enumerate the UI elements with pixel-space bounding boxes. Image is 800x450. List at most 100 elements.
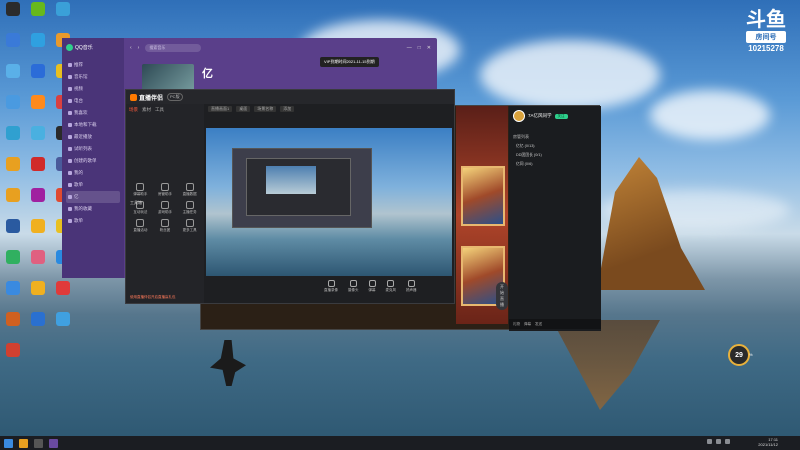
app-icon <box>56 281 70 295</box>
taskbar-app-icon[interactable] <box>34 438 43 448</box>
sidebar-item[interactable]: 视频 <box>66 83 120 95</box>
desktop-icon[interactable] <box>52 281 74 295</box>
close-icon[interactable]: ✕ <box>427 45 431 51</box>
tool-label: 弹幕助手 <box>133 192 148 196</box>
desktop-icon[interactable] <box>52 312 74 326</box>
maximize-icon[interactable]: □ <box>418 45 421 51</box>
sidebar-item[interactable]: 推荐 <box>66 59 120 71</box>
desktop-icon[interactable] <box>27 250 49 264</box>
stream-control-button[interactable]: 直播录像 <box>324 280 338 293</box>
tool-button[interactable]: 房管助手 <box>154 183 177 197</box>
desktop-icon[interactable] <box>2 281 24 295</box>
float-ball-value: 29 <box>735 351 743 359</box>
sidebar-item-label: 音乐馆 <box>74 74 88 79</box>
sidebar-item[interactable]: 亿 <box>66 191 120 203</box>
desktop-icon[interactable] <box>52 2 74 16</box>
desktop-icon[interactable] <box>27 33 49 47</box>
streamer-header: 7A亿风同学 关注 <box>513 110 597 122</box>
sidebar-item[interactable]: 最近播放 <box>66 131 120 143</box>
sidebar-item-label: 创建的歌单 <box>74 158 97 163</box>
desktop-icon[interactable] <box>2 2 24 16</box>
input-method-icon[interactable] <box>725 439 730 444</box>
tool-button[interactable]: 更多工具 <box>178 219 201 233</box>
scene-tab[interactable]: 直播画面1 <box>208 106 233 112</box>
desktop-icon[interactable] <box>27 126 49 140</box>
desktop-icon[interactable] <box>2 250 24 264</box>
desktop-icon[interactable] <box>27 281 49 295</box>
scene-tab[interactable]: 桌面 <box>236 106 251 112</box>
avatar[interactable] <box>513 110 525 122</box>
list-item[interactable]: DD团团长 (0/1) <box>513 153 597 158</box>
scene-tab[interactable]: 添加 <box>280 106 295 112</box>
sidebar-item[interactable]: 歌单 <box>66 215 120 227</box>
tool-label: 房管助手 <box>157 192 172 196</box>
desktop-icon[interactable] <box>2 188 24 202</box>
tool-button[interactable]: 直播数据 <box>178 183 201 197</box>
desktop-icon[interactable] <box>27 312 49 326</box>
network-icon[interactable] <box>707 439 712 444</box>
desktop-icon[interactable] <box>27 95 49 109</box>
stream-control-button[interactable]: 扬声器 <box>406 280 417 293</box>
tool-button[interactable]: 粉丝团 <box>154 219 177 233</box>
system-tray <box>707 439 730 444</box>
start-button[interactable] <box>4 438 13 448</box>
sidebar-item[interactable]: 创建的歌单 <box>66 155 120 167</box>
danmaku-button[interactable]: 弹幕 <box>524 322 531 327</box>
tool-icon <box>185 183 194 191</box>
scene-tab[interactable]: 场景名称 <box>254 106 277 112</box>
desktop-icon[interactable] <box>2 64 24 78</box>
tool-button[interactable]: 直播活动 <box>129 219 152 233</box>
desktop-icon[interactable] <box>2 219 24 233</box>
app-icon <box>6 281 20 295</box>
sidebar-item[interactable]: 我的 <box>66 167 120 179</box>
desktop-icon[interactable] <box>2 343 24 357</box>
desktop-icon[interactable] <box>27 157 49 171</box>
desktop-icon[interactable] <box>27 188 49 202</box>
companion-tab[interactable]: 工具 <box>155 107 164 113</box>
minimize-icon[interactable]: — <box>407 45 412 51</box>
sidebar-item[interactable]: 试听列表 <box>66 143 120 155</box>
sidebar-item[interactable]: 电台 <box>66 95 120 107</box>
floating-speed-ball[interactable]: 29 <box>728 344 750 366</box>
volume-icon[interactable] <box>716 439 721 444</box>
gift-button[interactable]: 礼物 <box>513 322 520 327</box>
desktop-icon[interactable] <box>27 2 49 16</box>
desktop-icon[interactable] <box>27 219 49 233</box>
desktop-icon[interactable] <box>27 64 49 78</box>
stream-control-button[interactable]: 摄像头 <box>348 280 359 293</box>
stream-control-button[interactable]: 弹幕 <box>368 280 376 293</box>
stream-control-button[interactable]: 麦克风 <box>386 280 396 293</box>
nav-icon <box>68 183 72 187</box>
sidebar-item[interactable]: 歌单 <box>66 179 120 191</box>
sidebar-item[interactable]: 本地和下载 <box>66 119 120 131</box>
stream-preview[interactable] <box>206 128 452 276</box>
start-live-button[interactable]: 开始直播 <box>496 282 508 310</box>
tool-button[interactable]: 主播任务 <box>178 201 201 215</box>
sidebar-item[interactable]: 我的收藏 <box>66 203 120 215</box>
douyu-companion-window[interactable]: 直播伴侣 PC版 场景 素材 工具 工具箱 弹幕助手 房管助手 直播数据 互动玩法 游戏助手… <box>125 89 508 310</box>
desktop-icon[interactable] <box>2 95 24 109</box>
forward-icon[interactable]: › <box>138 45 140 51</box>
taskbar-app-icon[interactable] <box>49 438 58 448</box>
taskbar-app-icon[interactable] <box>19 438 28 448</box>
desktop-icon[interactable] <box>2 33 24 47</box>
desktop-icon[interactable] <box>2 312 24 326</box>
sidebar-item[interactable]: 我喜欢 <box>66 107 120 119</box>
qqmusic-search-input[interactable]: 搜索音乐 <box>145 44 202 52</box>
tool-label: 直播数据 <box>182 192 197 196</box>
tool-button[interactable]: 弹幕助手 <box>129 183 152 197</box>
back-icon[interactable]: ‹ <box>130 45 132 51</box>
taskbar-clock[interactable]: 17:11 2021/11/12 <box>758 437 778 447</box>
companion-tab[interactable]: 素材 <box>142 107 151 113</box>
list-item[interactable]: 亿同 (0/6) <box>513 162 597 167</box>
promo-note[interactable]: 使用直播伴侣开启直播赢礼包 <box>130 295 176 300</box>
tool-button[interactable]: 游戏助手 <box>154 201 177 215</box>
desktop-icon[interactable] <box>2 126 24 140</box>
companion-tab[interactable]: 场景 <box>129 107 138 113</box>
sidebar-item[interactable]: 音乐馆 <box>66 71 120 83</box>
desktop-icon[interactable] <box>2 157 24 171</box>
follow-button[interactable]: 关注 <box>554 113 568 119</box>
send-button[interactable]: 发送 <box>535 322 542 327</box>
nav-icon <box>68 147 72 151</box>
list-item[interactable]: 亿亿 (0/13) <box>513 144 597 149</box>
